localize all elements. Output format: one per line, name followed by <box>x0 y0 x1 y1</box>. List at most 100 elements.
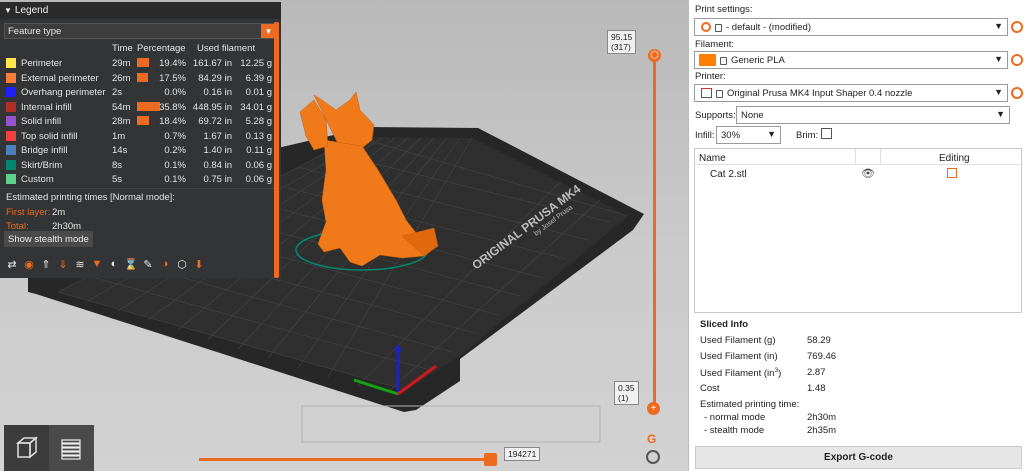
legend-row[interactable]: Skirt/Brim 8s 0.1% 0.84 in 0.06 g <box>0 158 281 173</box>
object-name: Cat 2.stl <box>710 169 747 180</box>
3d-editor-view-button[interactable] <box>4 425 49 471</box>
filament-label: Filament: <box>695 39 735 50</box>
top-height-value: 95.15 <box>611 32 633 42</box>
edit-object-icon[interactable] <box>947 168 957 178</box>
pause-icon[interactable]: ⌛ <box>123 255 139 273</box>
view-type-select[interactable]: Feature type ▼ <box>4 23 277 39</box>
supports-label: Supports: <box>695 110 736 121</box>
legend-row[interactable]: Internal infill 54m 35.8% 448.95 in 34.01 g <box>0 100 281 115</box>
used-filament-in-label: Used Filament (in) <box>700 351 778 362</box>
lock-icon <box>716 90 723 98</box>
total-label: Total: <box>6 220 29 232</box>
legend-row[interactable]: Top solid infill 1m 0.7% 1.67 in 0.13 g <box>0 129 281 144</box>
center-of-gravity-icon[interactable]: ◑ <box>157 255 173 273</box>
seams-icon[interactable]: ≋ <box>72 255 88 273</box>
legend-scrollbar[interactable] <box>274 22 279 278</box>
used-filament-g-label: Used Filament (g) <box>700 335 776 346</box>
tool-marker-icon[interactable]: ⬇ <box>191 255 207 273</box>
feature-mass: 0.13 g <box>245 130 272 142</box>
feature-mass: 5.28 g <box>245 116 272 127</box>
feature-color-swatch <box>6 159 16 170</box>
column-divider <box>880 149 881 164</box>
print-settings-combo[interactable]: - default - (modified) ▼ <box>694 18 1008 36</box>
col-time: Time <box>112 43 133 54</box>
legend-rows: Perimeter 29m 19.4% 161.67 in 12.25 g Externa… <box>0 56 281 187</box>
settings-gear-icon[interactable] <box>646 450 660 464</box>
gcode-window-icon[interactable]: G <box>647 432 656 446</box>
lock-icon <box>715 24 722 32</box>
feature-color-swatch <box>6 130 16 141</box>
view-type-value: Feature type <box>8 25 62 37</box>
object-list[interactable]: Name Editing Cat 2.stl 👁 <box>694 148 1022 313</box>
col-name[interactable]: Name <box>699 153 726 164</box>
feature-color-swatch <box>6 116 16 126</box>
layer-slider-track[interactable] <box>653 55 656 409</box>
feature-time: 28m <box>112 116 131 127</box>
feature-length: 1.67 in <box>203 130 232 142</box>
filament-combo[interactable]: Generic PLA ▼ <box>694 51 1008 69</box>
tool-changes-icon[interactable]: ▼ <box>89 255 105 273</box>
edit-print-settings-icon[interactable] <box>1011 21 1023 33</box>
legend-row[interactable]: Custom 5s 0.1% 0.75 in 0.06 g <box>0 172 281 187</box>
edit-filament-icon[interactable] <box>1011 54 1023 66</box>
layer-slider-bottom-thumb[interactable]: + <box>647 402 660 415</box>
chevron-down-icon: ▼ <box>994 21 1003 31</box>
feature-color-swatch <box>6 174 16 184</box>
export-gcode-button[interactable]: Export G-code <box>695 446 1022 469</box>
legend-row[interactable]: Overhang perimeter 2s 0.0% 0.16 in 0.01 g <box>0 85 281 100</box>
legend-row[interactable]: Solid infill 28m 18.4% 69.72 in 5.28 g <box>0 114 281 129</box>
feature-length: 0.75 in <box>203 174 232 185</box>
feature-length: 84.29 in <box>198 72 232 84</box>
infill-combo[interactable]: 30% ▼ <box>716 126 781 144</box>
color-changes-icon[interactable]: ◐ <box>106 255 122 273</box>
used-filament-in-value: 769.46 <box>807 351 837 362</box>
stealth-mode-value: 2h35m <box>807 425 837 436</box>
feature-length: 1.40 in <box>203 145 232 156</box>
3d-viewport[interactable]: ORIGINAL PRUSA MK4 by Josef Prusa ▼ Legen… <box>0 0 688 471</box>
move-slider-thumb[interactable] <box>484 453 497 466</box>
brim-checkbox[interactable] <box>821 128 832 139</box>
percentage-bar <box>137 72 149 82</box>
shells-icon[interactable]: ⬡ <box>174 255 190 273</box>
collapse-triangle-icon[interactable]: ▼ <box>4 6 12 15</box>
normal-mode-label: - normal mode <box>704 412 766 423</box>
legend-row[interactable]: Perimeter 29m 19.4% 161.67 in 12.25 g <box>0 56 281 71</box>
legend-row[interactable]: Bridge infill 14s 0.2% 1.40 in 0.11 g <box>0 143 281 158</box>
feature-percentage: 35.8% <box>159 101 186 113</box>
cost-label: Cost <box>700 383 720 394</box>
legend-header[interactable]: ▼ Legend <box>0 2 281 19</box>
deretractions-icon[interactable]: ⇓ <box>55 255 71 273</box>
legend-title: Legend <box>14 5 49 16</box>
eye-icon[interactable]: 👁 <box>861 167 875 180</box>
estimated-times-title: Estimated printing times [Normal mode]: <box>0 187 281 206</box>
travel-icon[interactable]: ⇄ <box>4 255 20 273</box>
first-layer-value: 2m <box>52 206 66 218</box>
feature-length: 0.84 in <box>203 159 232 171</box>
infill-label: Infill: <box>695 130 715 141</box>
edit-printer-icon[interactable] <box>1011 87 1023 99</box>
feature-time: 54m <box>112 101 131 113</box>
feature-length: 69.72 in <box>198 116 232 127</box>
total-value: 2h30m <box>52 220 82 232</box>
preview-view-button[interactable] <box>49 425 94 471</box>
filament-color-swatch[interactable] <box>699 54 716 66</box>
wipe-icon[interactable]: ◉ <box>21 255 37 273</box>
printer-combo[interactable]: Original Prusa MK4 Input Shaper 0.4 nozz… <box>694 84 1008 102</box>
move-slider-track[interactable] <box>199 458 492 461</box>
custom-gcode-icon[interactable]: ✎ <box>140 255 156 273</box>
legend-row[interactable]: External perimeter 26m 17.5% 84.29 in 6.39 g <box>0 71 281 86</box>
legend-panel: ▼ Legend Feature type ▼ Time Percentage Us… <box>0 2 281 278</box>
layer-slider-top-thumb[interactable]: ⬡ <box>648 49 661 62</box>
normal-mode-value: 2h30m <box>807 412 837 423</box>
col-editing[interactable]: Editing <box>939 153 970 164</box>
object-row[interactable]: Cat 2.stl 👁 <box>695 165 1021 183</box>
retractions-icon[interactable]: ⇑ <box>38 255 54 273</box>
feature-time: 2s <box>112 87 123 98</box>
feature-color-swatch <box>6 87 16 97</box>
feature-time: 14s <box>112 145 128 156</box>
label-end: ) <box>778 368 782 380</box>
supports-combo[interactable]: None ▼ <box>736 106 1010 124</box>
printer-value: Original Prusa MK4 Input Shaper 0.4 nozz… <box>727 87 913 99</box>
show-stealth-mode-button[interactable]: Show stealth mode <box>4 231 93 247</box>
cost-value: 1.48 <box>807 383 826 394</box>
